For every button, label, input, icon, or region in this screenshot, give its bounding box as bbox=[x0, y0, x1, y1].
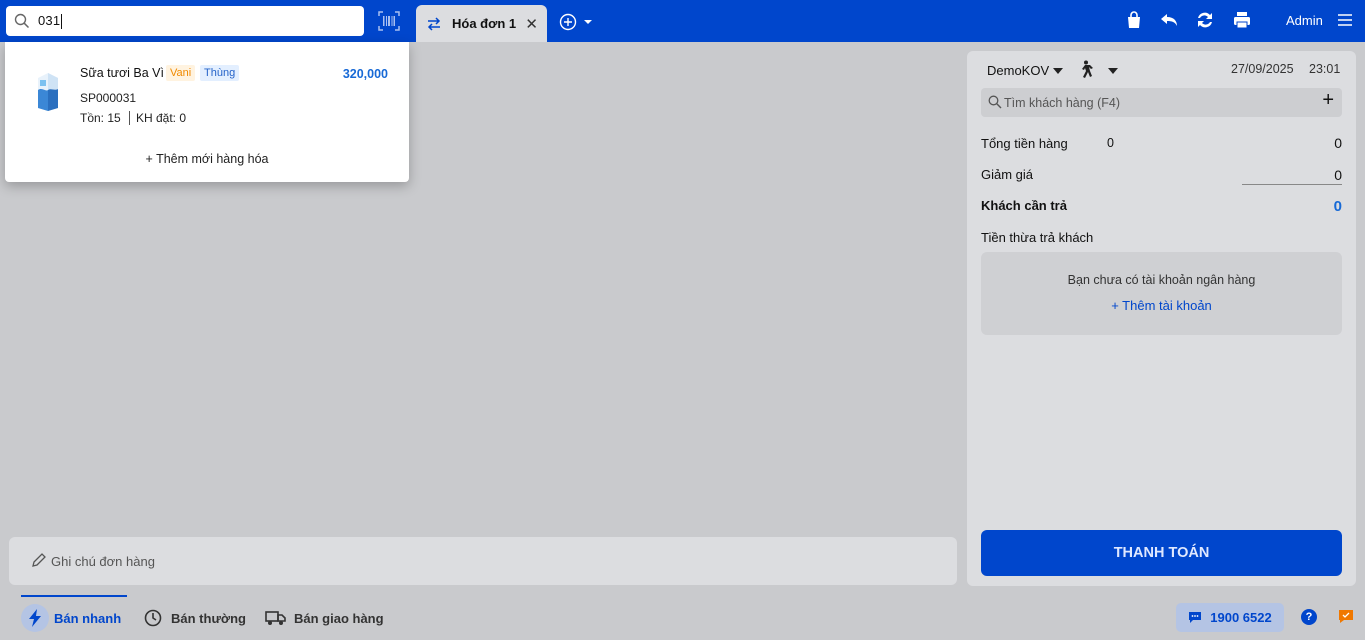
add-new-product-link[interactable]: + Thêm mới hàng hóa bbox=[5, 152, 409, 166]
swap-icon[interactable] bbox=[426, 16, 442, 32]
product-stock: Tồn: 15 bbox=[80, 111, 121, 125]
help-icon[interactable]: ? bbox=[1301, 609, 1317, 625]
product-code: SP000031 bbox=[80, 91, 137, 105]
payable-label: Khách cần trả bbox=[981, 198, 1067, 213]
total-value: 0 bbox=[1334, 135, 1342, 151]
payable-value: 0 bbox=[1333, 198, 1342, 215]
feedback-icon[interactable] bbox=[1338, 609, 1354, 624]
order-date[interactable]: 27/09/2025 bbox=[1231, 62, 1294, 76]
undo-icon[interactable] bbox=[1159, 10, 1179, 30]
unit-badge: Thùng bbox=[200, 65, 240, 81]
variant-badge: Vani bbox=[166, 65, 196, 81]
product-search-input[interactable]: 031 bbox=[38, 13, 63, 30]
checkout-panel: DemoKOV 27/09/2025 23:01 Tìm khách hàng … bbox=[967, 51, 1356, 586]
tab-invoice-1[interactable]: Hóa đơn 1 ✕ bbox=[416, 5, 547, 42]
product-image bbox=[38, 73, 58, 111]
discount-input[interactable]: 0 bbox=[1334, 167, 1342, 183]
order-time[interactable]: 23:01 bbox=[1309, 62, 1340, 76]
add-circle-icon bbox=[559, 13, 577, 31]
add-tab-button[interactable] bbox=[559, 12, 597, 32]
discount-label: Giảm giá bbox=[981, 167, 1034, 182]
mode-normal-sale[interactable]: Bán thường bbox=[139, 603, 246, 633]
add-customer-icon[interactable]: + bbox=[1322, 89, 1334, 112]
chevron-down-icon[interactable] bbox=[1108, 68, 1118, 74]
store-selector[interactable]: DemoKOV bbox=[987, 63, 1049, 78]
customer-search-input[interactable]: Tìm khách hàng (F4) + bbox=[981, 88, 1342, 117]
tab-label: Hóa đơn 1 bbox=[452, 16, 517, 31]
product-search-box[interactable]: 031 bbox=[6, 6, 364, 36]
active-mode-indicator bbox=[21, 595, 127, 597]
hotline-number: 1900 6522 bbox=[1210, 610, 1272, 625]
plus-icon: + bbox=[1111, 298, 1123, 313]
printer-icon[interactable] bbox=[1232, 10, 1252, 30]
mode-delivery-sale[interactable]: Bán giao hàng bbox=[262, 603, 384, 633]
user-name[interactable]: Admin bbox=[1286, 13, 1323, 28]
top-bar: 031 Hóa đơn 1 ✕ Admin bbox=[0, 0, 1365, 42]
refresh-icon[interactable] bbox=[1195, 10, 1215, 30]
product-ordered: KH đặt: 0 bbox=[129, 111, 186, 125]
search-icon bbox=[988, 95, 1002, 109]
add-bank-account-link[interactable]: + Thêm tài khoản bbox=[981, 298, 1342, 313]
discount-underline bbox=[1242, 184, 1342, 185]
bottom-bar: Bán nhanh Bán thường Bán giao hàng 1900 … bbox=[0, 595, 1365, 640]
chevron-down-icon bbox=[584, 20, 592, 24]
bank-account-box: Bạn chưa có tài khoản ngân hàng + Thêm t… bbox=[981, 252, 1342, 335]
truck-icon bbox=[265, 611, 286, 625]
pencil-icon bbox=[32, 553, 46, 567]
total-quantity: 0 bbox=[1107, 136, 1114, 150]
product-price: 320,000 bbox=[342, 67, 388, 81]
search-icon bbox=[14, 13, 30, 29]
chevron-down-icon[interactable] bbox=[1053, 68, 1063, 74]
hotline-button[interactable]: 1900 6522 bbox=[1176, 603, 1284, 632]
chat-icon bbox=[1189, 612, 1202, 623]
mode-quick-sale[interactable]: Bán nhanh bbox=[21, 603, 121, 633]
order-note-placeholder: Ghi chú đơn hàng bbox=[51, 554, 155, 569]
search-results-dropdown: Sữa tươi Ba Vì Vani Thùng 320,000 SP0000… bbox=[5, 42, 409, 182]
menu-icon[interactable] bbox=[1337, 12, 1353, 28]
bank-message: Bạn chưa có tài khoản ngân hàng bbox=[1067, 273, 1256, 287]
clock-icon bbox=[144, 609, 162, 627]
lightning-icon bbox=[29, 609, 41, 627]
close-icon[interactable]: ✕ bbox=[525, 15, 538, 33]
order-note-field[interactable]: Ghi chú đơn hàng bbox=[9, 537, 957, 585]
customer-search-placeholder: Tìm khách hàng (F4) bbox=[1004, 96, 1121, 110]
total-label: Tổng tiền hàng bbox=[981, 136, 1068, 151]
change-label: Tiền thừa trả khách bbox=[981, 230, 1094, 245]
bag-icon[interactable] bbox=[1124, 10, 1144, 30]
barcode-scan-icon[interactable] bbox=[378, 11, 400, 31]
product-name: Sữa tươi Ba Vì bbox=[80, 66, 164, 80]
pay-button[interactable]: THANH TOÁN bbox=[981, 530, 1342, 576]
walk-icon[interactable] bbox=[1077, 60, 1093, 78]
